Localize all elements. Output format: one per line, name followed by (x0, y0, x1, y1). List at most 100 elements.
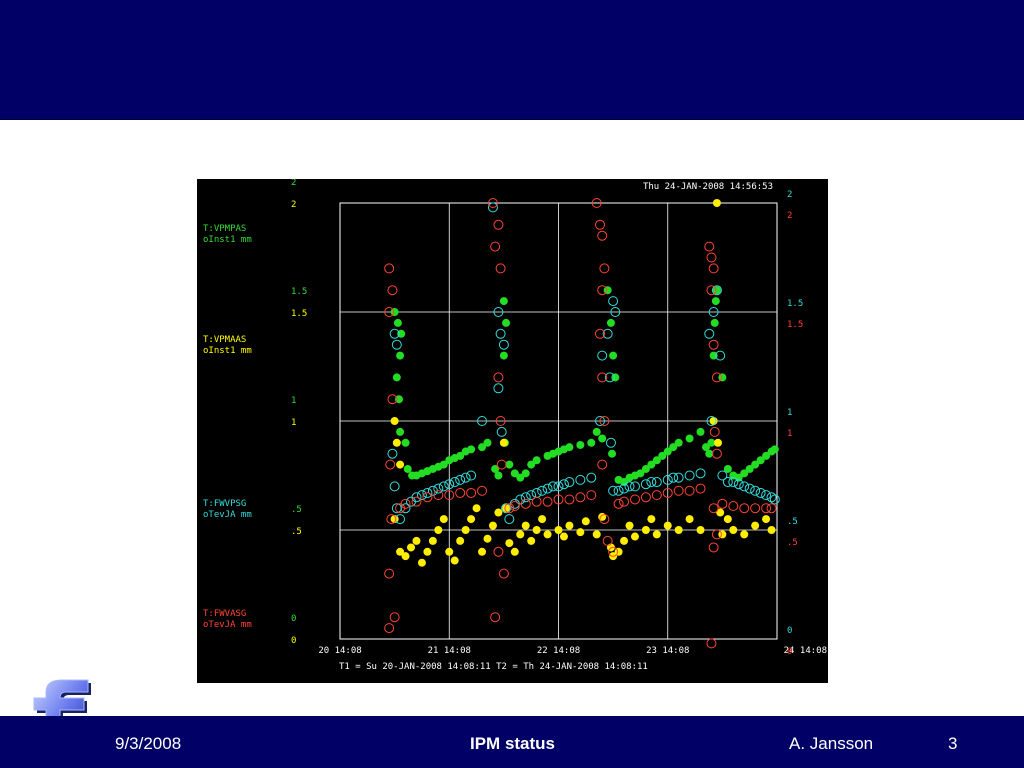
data-point (521, 469, 530, 478)
data-point (412, 536, 421, 545)
data-point (498, 568, 509, 579)
data-point (498, 339, 509, 350)
data-point (494, 508, 503, 517)
right-axis-tick-label: 2 (787, 211, 792, 221)
data-point (755, 487, 766, 498)
data-point (630, 532, 639, 541)
data-point (629, 481, 640, 492)
footer-date: 9/3/2008 (115, 734, 182, 753)
data-point (608, 485, 619, 496)
data-point (597, 350, 608, 361)
data-point (532, 526, 541, 534)
right-axis-tick-label: 1.5 (787, 299, 803, 309)
data-point (450, 556, 459, 565)
data-point (712, 199, 721, 207)
data-point (521, 521, 530, 530)
data-point (384, 623, 395, 634)
x-tick-label: 21 14:08 (428, 646, 471, 656)
left-axis-tick-label: .5 (291, 527, 302, 537)
data-point (710, 318, 719, 327)
axis-unit-label: oTevJA mm (203, 510, 252, 520)
data-point (740, 530, 749, 539)
data-point (744, 483, 755, 494)
data-point (538, 515, 547, 524)
data-point (423, 547, 432, 556)
right-axis-tick-label: 1 (787, 429, 792, 439)
data-point (504, 514, 515, 525)
data-point (685, 434, 694, 443)
left-axis-tick-label: 1.5 (291, 309, 307, 319)
data-point (750, 503, 761, 514)
data-point (695, 468, 706, 479)
data-point (708, 263, 719, 274)
data-point (393, 318, 402, 327)
data-point (387, 285, 398, 296)
right-axis-tick-label: .5 (787, 538, 798, 548)
data-point (390, 417, 399, 425)
data-point (625, 521, 634, 530)
data-point (575, 474, 586, 485)
data-point (496, 459, 507, 470)
chart-title: Thu 24-JAN-2008 14:56:53 (643, 182, 773, 192)
data-point (711, 297, 720, 306)
left-axis-tick-label: 1 (291, 396, 296, 406)
data-point (751, 521, 760, 530)
data-point (531, 496, 542, 507)
data-point (401, 552, 410, 561)
data-point (565, 521, 574, 530)
data-point (608, 449, 617, 458)
data-point (401, 438, 410, 447)
data-point (602, 535, 613, 546)
data-point (417, 558, 426, 567)
data-point (770, 445, 779, 454)
data-point (449, 477, 460, 488)
data-point (711, 448, 722, 459)
x-tick-label: 20 14:08 (318, 646, 361, 656)
data-point (434, 526, 443, 534)
data-point (717, 498, 728, 509)
data-point (499, 438, 508, 447)
data-point (467, 515, 476, 524)
data-point (493, 383, 504, 394)
footer-bar: 9/3/2008 IPM status A. Jansson 3 (0, 716, 1024, 768)
left-axis-tick-label: 0 (291, 614, 296, 624)
data-point (739, 481, 750, 492)
data-point (766, 503, 777, 514)
data-point (384, 568, 395, 579)
data-point (387, 448, 398, 459)
data-point (532, 456, 541, 465)
data-point (767, 526, 776, 534)
data-point (613, 498, 624, 509)
data-point (472, 504, 481, 513)
data-point (496, 426, 507, 437)
axis-unit-label: oInst1 mm (203, 346, 252, 356)
data-point (673, 485, 684, 496)
axis-name-label: T:VPMPAS (203, 224, 246, 234)
data-point (706, 252, 717, 263)
footer-page-number: 3 (948, 734, 958, 753)
data-point (392, 438, 401, 447)
data-point (684, 485, 695, 496)
data-point (495, 263, 506, 274)
data-point (499, 351, 508, 360)
data-point (599, 263, 610, 274)
data-point (493, 546, 504, 557)
data-point (490, 241, 501, 252)
data-point (718, 530, 727, 539)
axis-name-label: T:VPMAAS (203, 335, 246, 345)
data-point (542, 483, 553, 494)
data-point (722, 477, 733, 488)
data-point (619, 496, 630, 507)
data-point (509, 501, 520, 512)
data-point (613, 485, 624, 496)
data-point (646, 477, 657, 488)
data-point (729, 526, 738, 534)
data-point (493, 372, 504, 383)
data-point (558, 479, 569, 490)
data-point (396, 460, 405, 469)
left-axis-tick-label: 0 (291, 636, 296, 646)
data-point (455, 474, 466, 485)
data-point (728, 501, 739, 512)
data-point (750, 485, 761, 496)
data-point (493, 219, 504, 230)
